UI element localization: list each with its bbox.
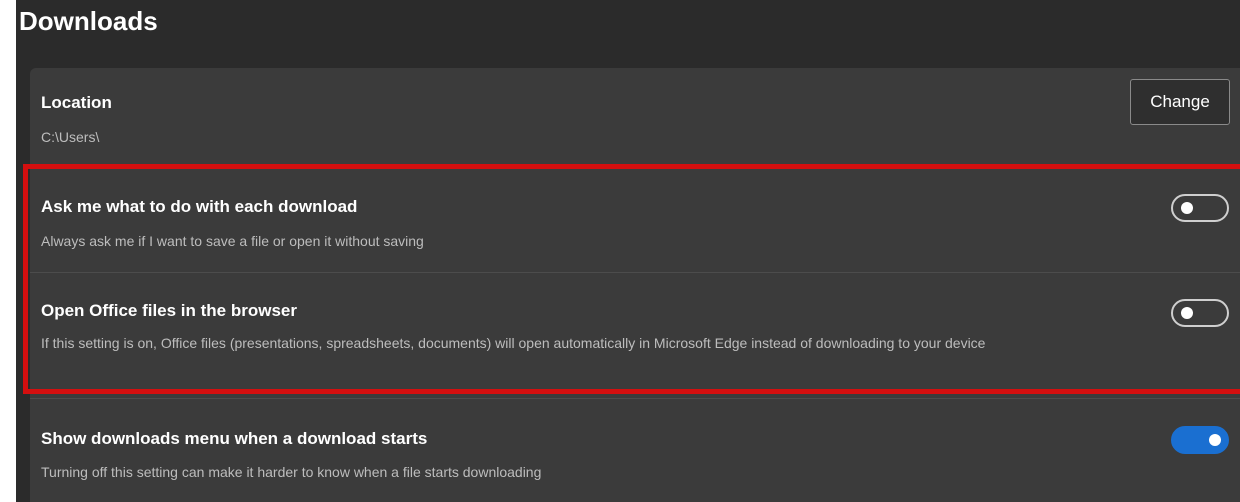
setting-description: Turning off this setting can make it har…	[41, 464, 542, 480]
setting-description: If this setting is on, Office files (pre…	[41, 335, 986, 351]
setting-row-office-files: Open Office files in the browser If this…	[30, 273, 1240, 391]
location-path: C:\Users\	[41, 129, 100, 145]
office-files-toggle[interactable]	[1171, 299, 1229, 327]
setting-title: Ask me what to do with each download	[41, 197, 358, 216]
setting-title: Open Office files in the browser	[41, 301, 297, 320]
toggle-knob	[1181, 202, 1193, 214]
setting-title: Show downloads menu when a download star…	[41, 429, 428, 448]
settings-screen: Downloads Location C:\Users\ Change Ask …	[0, 0, 1240, 502]
location-title: Location	[41, 93, 112, 112]
location-row: Location C:\Users\	[30, 68, 1240, 164]
toggle-knob	[1209, 434, 1221, 446]
setting-description: Always ask me if I want to save a file o…	[41, 233, 424, 249]
window-edge	[0, 0, 16, 502]
setting-row-downloads-menu: Show downloads menu when a download star…	[30, 399, 1240, 502]
page-title: Downloads	[19, 6, 158, 36]
change-location-button[interactable]: Change	[1130, 79, 1230, 125]
setting-row-ask-download: Ask me what to do with each download Alw…	[30, 168, 1240, 272]
downloads-menu-toggle[interactable]	[1171, 426, 1229, 454]
toggle-knob	[1181, 307, 1193, 319]
ask-download-toggle[interactable]	[1171, 194, 1229, 222]
